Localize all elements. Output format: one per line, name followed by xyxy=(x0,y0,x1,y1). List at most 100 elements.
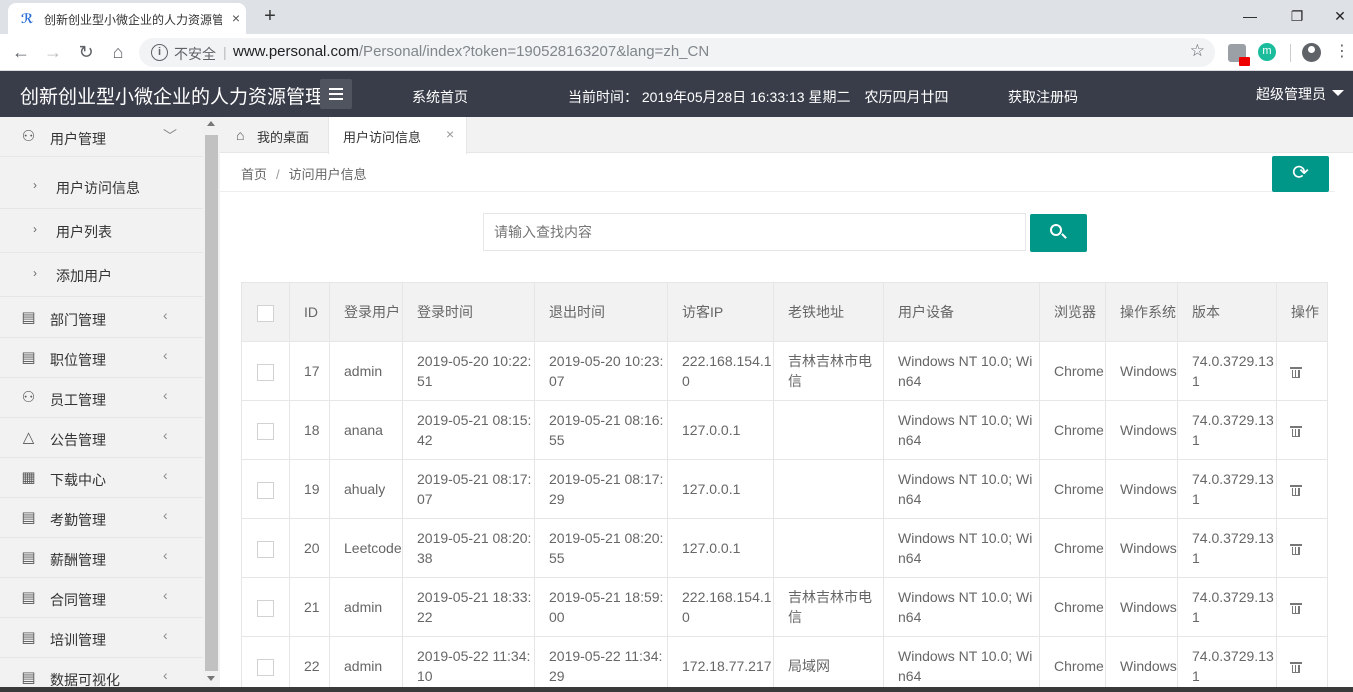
browser-toolbar: ← → ↻ ⌂ i 不安全 | www.personal.com/Persona… xyxy=(0,34,1353,71)
sidebar-scrollbar[interactable] xyxy=(203,117,220,687)
browser-tab[interactable]: ℛ 创新创业型小微企业的人力资源管 × xyxy=(8,3,246,34)
sidebar-item-label: 用户管理 xyxy=(50,131,106,147)
cell-id: 18 xyxy=(289,400,330,460)
select-all-cell xyxy=(241,282,290,342)
scroll-down-arrow-icon[interactable] xyxy=(207,676,215,681)
row-checkbox[interactable] xyxy=(257,363,274,381)
content-scrollbar[interactable] xyxy=(1335,154,1353,687)
row-select-cell xyxy=(241,636,290,692)
delete-trash-icon[interactable] xyxy=(1290,602,1302,614)
sidebar-item-salary[interactable]: ▤ 薪酬管理 ‹ xyxy=(0,538,203,578)
forward-arrow-icon[interactable]: → xyxy=(41,40,65,64)
chevron-left-icon: ‹ xyxy=(163,467,168,483)
get-registration-code-link[interactable]: 获取注册码 xyxy=(1008,87,1078,107)
back-arrow-icon[interactable]: ← xyxy=(9,40,33,64)
chevron-left-icon: ‹ xyxy=(163,307,168,323)
sidebar-item-announcement[interactable]: △ 公告管理 ‹ xyxy=(0,418,203,458)
sidebar-item-data-visualization[interactable]: ▤ 数据可视化 ‹ xyxy=(0,658,203,687)
address-bar[interactable]: i 不安全 | www.personal.com/Personal/index?… xyxy=(139,38,1215,67)
new-tab-button[interactable]: + xyxy=(258,5,282,29)
cell-browser: Chrome xyxy=(1039,636,1106,692)
restore-window-button[interactable]: ❐ xyxy=(1282,4,1312,28)
column-header: 退出时间 xyxy=(534,282,668,342)
extension-icon[interactable] xyxy=(1228,44,1250,66)
close-tab-icon[interactable]: × xyxy=(446,126,454,142)
cell-user: admin xyxy=(329,341,403,401)
table-row: 19 ahualy 2019-05-21 08:17:07 2019-05-21… xyxy=(241,459,1328,519)
sidebar-subitem-visit-info[interactable]: › 用户访问信息 xyxy=(0,165,203,209)
sidebar: ⚇ 用户管理 ﹀ › 用户访问信息 › 用户列表 › 添加用户 ▤ 部门管理 ‹… xyxy=(0,117,203,687)
cell-login-time: 2019-05-21 08:20:38 xyxy=(402,518,535,578)
tab-user-visit-info[interactable]: 用户访问信息 × xyxy=(328,117,467,154)
document-icon: ▤ xyxy=(21,549,36,566)
sidebar-scroll-thumb[interactable] xyxy=(205,135,218,671)
cell-logout-time: 2019-05-21 18:59:00 xyxy=(534,577,668,637)
row-checkbox[interactable] xyxy=(257,540,274,558)
sidebar-item-label: 薪酬管理 xyxy=(50,552,106,568)
row-checkbox[interactable] xyxy=(257,658,274,676)
sidebar-item-employee[interactable]: ⚇ 员工管理 ‹ xyxy=(0,378,203,418)
sidebar-item-contract[interactable]: ▤ 合同管理 ‹ xyxy=(0,578,203,618)
sidebar-item-training[interactable]: ▤ 培训管理 ‹ xyxy=(0,618,203,658)
menu-toggle-button[interactable] xyxy=(320,79,352,109)
browser-menu-icon[interactable]: ⋮ xyxy=(1334,42,1350,62)
sidebar-subitem-add-user[interactable]: › 添加用户 xyxy=(0,253,203,297)
column-header: 操作系统 xyxy=(1105,282,1178,342)
refresh-icon: ⟳ xyxy=(1292,162,1309,184)
search-input[interactable] xyxy=(483,213,1026,251)
delete-trash-icon[interactable] xyxy=(1290,425,1302,437)
nav-system-home[interactable]: 系统首页 xyxy=(412,87,468,107)
tab-my-desktop[interactable]: ⌂ 我的桌面 xyxy=(220,117,327,153)
chevron-left-icon: ‹ xyxy=(163,667,168,683)
row-checkbox[interactable] xyxy=(257,481,274,499)
breadcrumb-home[interactable]: 首页 xyxy=(241,167,267,182)
cell-device: Windows NT 10.0; Win64 xyxy=(883,400,1040,460)
cell-device: Windows NT 10.0; Win64 xyxy=(883,636,1040,692)
row-checkbox[interactable] xyxy=(257,599,274,617)
sidebar-item-label: 培训管理 xyxy=(50,632,106,648)
sidebar-item-user-management[interactable]: ⚇ 用户管理 ﹀ xyxy=(0,117,203,157)
breadcrumb-separator: / xyxy=(276,167,280,182)
select-all-checkbox[interactable] xyxy=(257,304,274,322)
chevron-left-icon: ‹ xyxy=(163,587,168,603)
delete-trash-icon[interactable] xyxy=(1290,661,1302,673)
sidebar-item-department[interactable]: ▤ 部门管理 ‹ xyxy=(0,298,203,338)
row-checkbox[interactable] xyxy=(257,422,274,440)
minimize-window-button[interactable]: — xyxy=(1235,4,1265,28)
sidebar-item-download[interactable]: ▦ 下载中心 ‹ xyxy=(0,458,203,498)
scroll-up-arrow-icon[interactable] xyxy=(207,121,215,126)
delete-trash-icon[interactable] xyxy=(1290,543,1302,555)
delete-trash-icon[interactable] xyxy=(1290,484,1302,496)
cell-version: 74.0.3729.131 xyxy=(1177,459,1277,519)
bookmark-star-icon[interactable]: ☆ xyxy=(1190,41,1205,61)
cell-device: Windows NT 10.0; Win64 xyxy=(883,341,1040,401)
breadcrumb-bar: 首页 / 访问用户信息 xyxy=(220,154,1353,192)
sidebar-subitem-user-list[interactable]: › 用户列表 xyxy=(0,209,203,253)
cell-os: Windows xyxy=(1105,577,1178,637)
close-tab-icon[interactable]: × xyxy=(228,9,244,27)
users-icon: ⚇ xyxy=(21,389,36,406)
user-menu[interactable]: 超级管理员 xyxy=(1256,84,1344,104)
refresh-button[interactable]: ⟳ xyxy=(1272,156,1329,192)
app-header: 创新创业型小微企业的人力资源管理 系统首页 当前时间： 2019年05月28日 … xyxy=(0,71,1353,117)
browser-tab-strip: ℛ 创新创业型小微企业的人力资源管 × + — ❐ ✕ xyxy=(0,0,1353,34)
profile-avatar-icon[interactable] xyxy=(1302,43,1321,62)
cell-ip: 127.0.0.1 xyxy=(667,400,774,460)
sidebar-subitem-label: 用户列表 xyxy=(56,224,112,240)
reload-icon[interactable]: ↻ xyxy=(74,40,98,64)
close-window-button[interactable]: ✕ xyxy=(1325,4,1353,28)
cell-id: 22 xyxy=(289,636,330,692)
app-title: 创新创业型小微企业的人力资源管理 xyxy=(20,87,325,108)
document-icon: ▤ xyxy=(21,669,36,686)
sidebar-item-position[interactable]: ▤ 职位管理 ‹ xyxy=(0,338,203,378)
delete-trash-icon[interactable] xyxy=(1290,366,1302,378)
column-header: 用户设备 xyxy=(883,282,1040,342)
home-icon[interactable]: ⌂ xyxy=(106,40,130,64)
sidebar-item-attendance[interactable]: ▤ 考勤管理 ‹ xyxy=(0,498,203,538)
cell-browser: Chrome xyxy=(1039,459,1106,519)
site-info-icon[interactable]: i xyxy=(151,44,168,61)
cell-user: Leetcode xyxy=(329,518,403,578)
extension-m-icon[interactable]: m xyxy=(1258,43,1276,61)
search-button[interactable] xyxy=(1030,214,1087,252)
hamburger-icon xyxy=(329,88,343,90)
